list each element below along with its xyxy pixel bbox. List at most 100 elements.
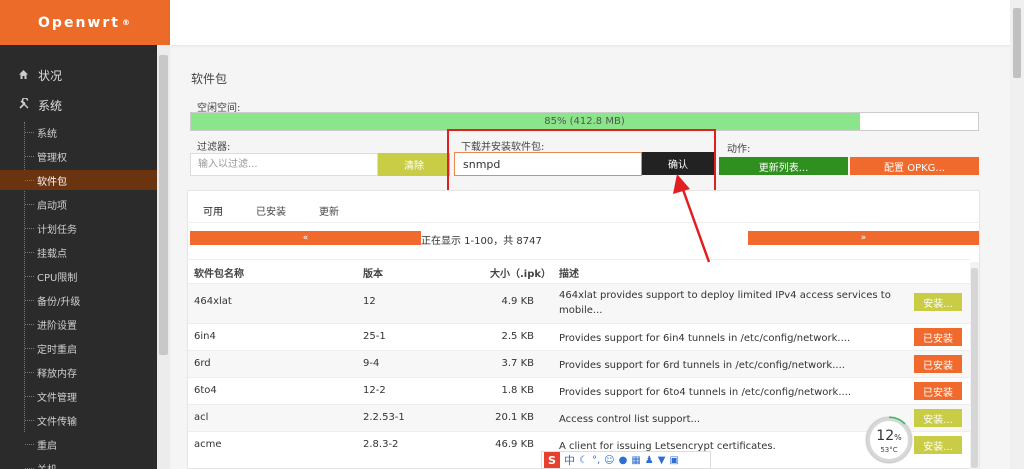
filter-label: 过滤器: [197, 142, 231, 153]
table-top-border [187, 259, 970, 260]
package-version: 12-2 [363, 385, 386, 396]
sidebar-subitem[interactable]: 计划任务 [24, 218, 157, 238]
ime-toolbar[interactable]: S 中 ☾ °, ☺ ● ▦ ♟ ▼ ▣ [541, 451, 711, 469]
page-scrollbar[interactable] [1010, 0, 1024, 469]
sidebar-item-system[interactable]: 系统 [18, 97, 62, 114]
sidebar-subitem-label: 备份/升级 [37, 296, 81, 308]
column-header-name: 软件包名称 [194, 269, 244, 280]
tab-divider [187, 222, 980, 223]
install-button[interactable]: 安装... [914, 436, 962, 454]
ime-mode-label[interactable]: 中 [564, 452, 575, 468]
free-space-bar: 85% (412.8 MB) [190, 112, 979, 131]
sidebar-subitem[interactable]: 文件管理 [24, 386, 157, 406]
sidebar-subitem-label: 启动项 [37, 200, 67, 212]
sidebar-subitem[interactable]: 管理权 [24, 146, 157, 166]
package-version: 25-1 [363, 331, 386, 342]
pager-status: 正在显示 1-100，共 8747 [421, 236, 542, 247]
package-version: 2.2.53-1 [363, 412, 405, 423]
tab-updates[interactable]: 更新 [319, 200, 339, 220]
brand-logo[interactable]: Openwrt ® [0, 0, 170, 45]
sidebar-item-label: 系统 [38, 99, 63, 113]
sidebar-subitem[interactable]: 文件传输 [24, 410, 157, 430]
sidebar-subitem-label: 进阶设置 [37, 320, 77, 332]
sidebar-scrollbar[interactable] [157, 45, 170, 469]
sidebar-subitem-label: 重启 [37, 440, 57, 452]
table-scroll-thumb[interactable] [971, 268, 978, 468]
download-package-input[interactable] [454, 152, 642, 176]
column-header-description: 描述 [559, 269, 579, 280]
sidebar-subitem[interactable]: 系统 [24, 122, 157, 142]
keyboard-icon[interactable]: ▦ [631, 455, 640, 466]
next-page-button[interactable]: » [748, 231, 979, 245]
clear-button[interactable]: 清除 [378, 153, 450, 176]
user-icon[interactable]: ♟ [645, 455, 654, 466]
package-name: 464xlat [194, 296, 232, 307]
sidebar-subitem[interactable]: 软件包 [0, 170, 157, 190]
punctuation-icon[interactable]: °, [592, 455, 600, 466]
table-scrollbar[interactable] [970, 262, 979, 469]
top-bar [170, 0, 1010, 45]
package-size: 20.1 KB [495, 412, 534, 423]
sidebar-subitem-label: CPU限制 [37, 272, 78, 284]
wrench-icon [18, 97, 32, 113]
package-version: 2.8.3-2 [363, 439, 399, 450]
download-label: 下载并安装软件包: [461, 142, 545, 153]
configure-opkg-button[interactable]: 配置 OPKG... [850, 157, 979, 175]
package-name: acl [194, 412, 209, 423]
package-description: Provides support for 6rd tunnels in /etc… [559, 360, 845, 371]
cpu-percent: 12% [870, 428, 908, 444]
moon-icon[interactable]: ☾ [579, 455, 588, 466]
package-size: 4.9 KB [501, 296, 535, 307]
tab-installed[interactable]: 已安装 [256, 200, 286, 220]
ime-logo-icon[interactable]: S [544, 452, 560, 468]
sidebar-subitem[interactable]: 启动项 [24, 194, 157, 214]
package-name: 6in4 [194, 331, 216, 342]
temperature: 53°C [880, 446, 898, 454]
prev-page-button[interactable]: « [190, 231, 421, 245]
installed-button[interactable]: 已安装 [914, 328, 962, 346]
installed-button[interactable]: 已安装 [914, 355, 962, 373]
installed-button[interactable]: 已安装 [914, 382, 962, 400]
update-lists-button[interactable]: 更新列表... [719, 157, 848, 175]
registered-mark: ® [121, 18, 132, 27]
sidebar-subitem[interactable]: 释放内存 [24, 362, 157, 382]
sidebar-subitem[interactable]: 关机 [24, 458, 157, 469]
sidebar: 状况 系统 系统管理权软件包启动项计划任务挂载点 CPU限制备份/升级进阶设置定时… [0, 45, 157, 469]
sidebar-subitem-label: 文件管理 [37, 392, 77, 404]
sidebar-subitem[interactable]: 重启 [24, 434, 157, 454]
install-button[interactable]: 安装... [914, 409, 962, 427]
sidebar-scroll-thumb[interactable] [159, 55, 168, 355]
system-monitor-widget[interactable]: 12% 53°C [867, 418, 911, 462]
sidebar-subitem[interactable]: 挂载点 [24, 242, 157, 262]
free-space-text: 85% (412.8 MB) [544, 116, 625, 127]
home-icon [18, 69, 32, 83]
emoji-icon[interactable]: ☺ [604, 455, 614, 466]
sidebar-subitem-label: 释放内存 [37, 368, 77, 380]
sidebar-subitem[interactable]: 备份/升级 [24, 290, 157, 310]
sidebar-subitem[interactable]: 进阶设置 [24, 314, 157, 334]
microphone-icon[interactable]: ● [619, 455, 628, 466]
column-header-size: 大小（.ipk） [490, 269, 552, 280]
sidebar-subitem[interactable]: CPU限制 [24, 266, 157, 286]
install-button[interactable]: 安装... [914, 293, 962, 311]
sidebar-subitem-label: 定时重启 [37, 344, 77, 356]
tab-available[interactable]: 可用 [203, 200, 223, 220]
filter-input[interactable] [190, 153, 378, 176]
confirm-button[interactable]: 确认 [642, 152, 714, 175]
sidebar-subitem[interactable]: 定时重启 [24, 338, 157, 358]
sidebar-item-label: 状况 [38, 69, 63, 83]
package-description: 464xlat provides support to deploy limit… [559, 290, 891, 316]
page-scroll-thumb[interactable] [1013, 8, 1021, 78]
shirt-icon[interactable]: ▼ [658, 455, 666, 466]
sidebar-subitem-label: 挂载点 [37, 248, 67, 260]
sidebar-item-status[interactable]: 状况 [18, 67, 62, 84]
brand-name: Openwrt [38, 14, 120, 31]
package-description: Access control list support... [559, 414, 701, 425]
package-size: 46.9 KB [495, 439, 534, 450]
package-version: 12 [363, 296, 376, 307]
sidebar-subitem-label: 管理权 [37, 152, 67, 164]
package-name: acme [194, 439, 222, 450]
page-title: 软件包 [191, 72, 228, 86]
package-size: 1.8 KB [501, 385, 535, 396]
grid-icon[interactable]: ▣ [669, 455, 678, 466]
